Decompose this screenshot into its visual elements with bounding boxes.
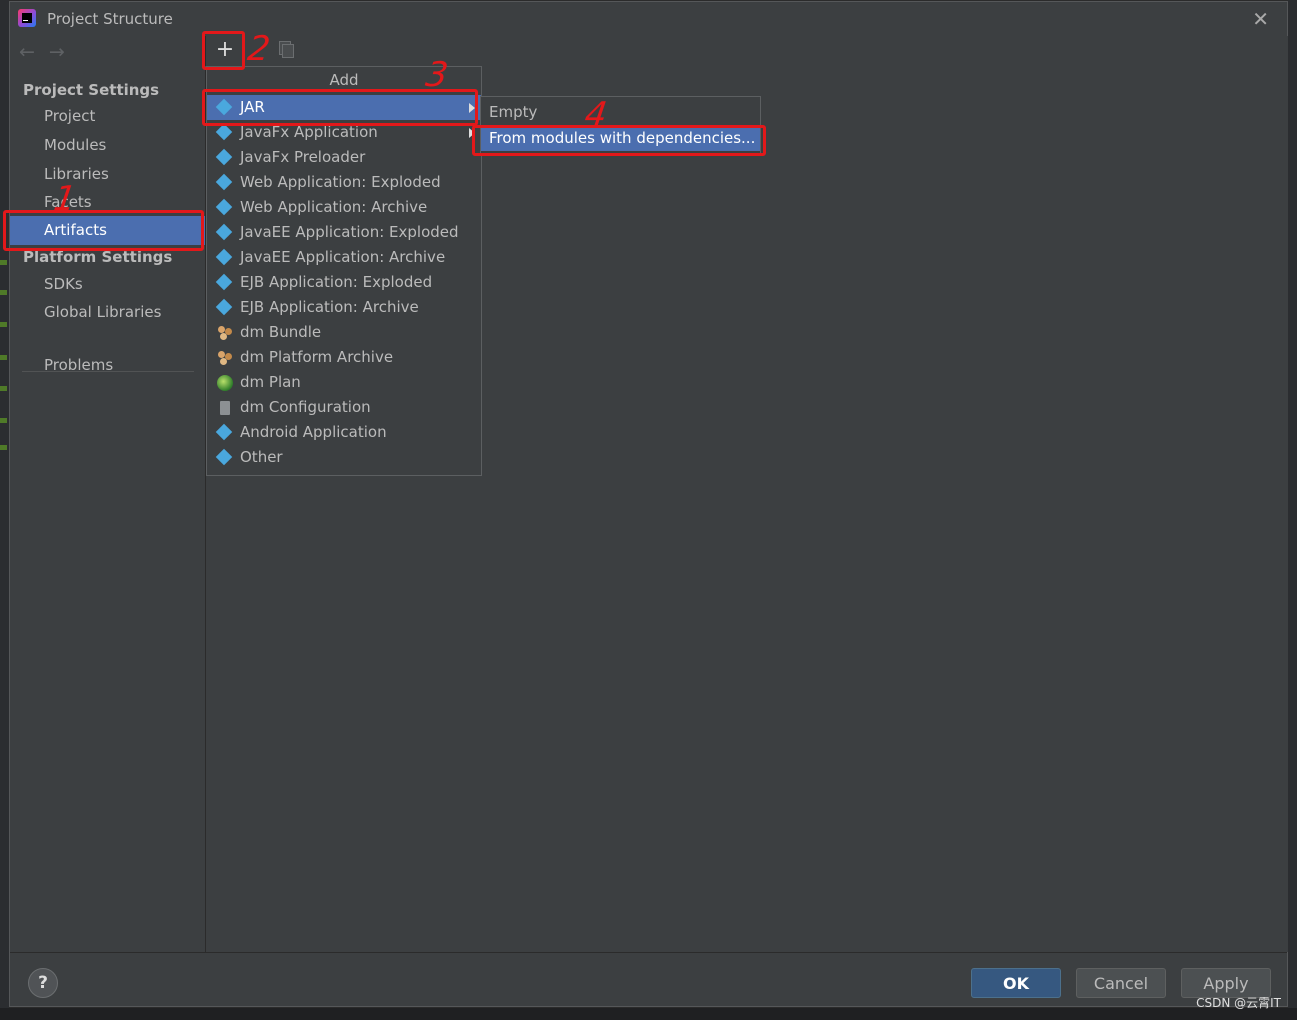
- project-settings-header: Project Settings: [23, 81, 160, 99]
- menu-item-web-application-archive[interactable]: Web Application: Archive: [207, 195, 481, 220]
- menu-item-label: Android Application: [240, 423, 387, 441]
- artifact-details-panel: [424, 36, 1288, 952]
- menu-item-dm-configuration[interactable]: dm Configuration: [207, 395, 481, 420]
- ejb-archive-icon: [215, 298, 233, 316]
- menu-item-label: JavaEE Application: Archive: [240, 248, 446, 266]
- sidebar-item-modules[interactable]: Modules: [44, 136, 106, 154]
- ok-button[interactable]: OK: [971, 968, 1061, 998]
- web-archive-icon: [215, 198, 233, 216]
- background-editor-bottom: [0, 1008, 1297, 1020]
- add-popup-menu: Add JAR JavaFx Application JavaFx Preloade…: [206, 66, 482, 476]
- back-arrow-icon[interactable]: ←: [19, 41, 35, 63]
- javafx-icon: [215, 148, 233, 166]
- menu-item-ejb-application-archive[interactable]: EJB Application: Archive: [207, 295, 481, 320]
- background-editor-left: [0, 0, 9, 1020]
- background-gutter-marks: [0, 260, 8, 450]
- menu-item-label: JavaFx Preloader: [240, 148, 366, 166]
- annotation-box-artifacts: [3, 210, 204, 251]
- intellij-logo-icon: [18, 9, 36, 27]
- sidebar-item-project[interactable]: Project: [44, 107, 95, 125]
- footer-divider: [10, 952, 1287, 953]
- cancel-button[interactable]: Cancel: [1076, 968, 1166, 998]
- submenu-item-empty[interactable]: Empty: [481, 100, 760, 125]
- nav-history: ← →: [19, 41, 79, 63]
- menu-item-web-application-exploded[interactable]: Web Application: Exploded: [207, 170, 481, 195]
- web-exploded-icon: [215, 173, 233, 191]
- javaee-exploded-icon: [215, 223, 233, 241]
- annotation-box-add: [202, 31, 245, 70]
- other-icon: [215, 448, 233, 466]
- dm-bundle-icon: [217, 325, 233, 341]
- menu-item-dm-plan[interactable]: dm Plan: [207, 370, 481, 395]
- menu-item-ejb-application-exploded[interactable]: EJB Application: Exploded: [207, 270, 481, 295]
- watermark: CSDN @云霄IT: [1196, 996, 1281, 1010]
- title-bar: Project Structure ✕: [10, 2, 1287, 36]
- copy-icon[interactable]: [279, 41, 294, 58]
- menu-item-label: EJB Application: Archive: [240, 298, 419, 316]
- menu-item-label: dm Plan: [240, 373, 301, 391]
- menu-item-label: Other: [240, 448, 283, 466]
- menu-item-label: Web Application: Exploded: [240, 173, 441, 191]
- menu-item-label: dm Platform Archive: [240, 348, 394, 366]
- menu-item-label: Web Application: Archive: [240, 198, 428, 216]
- menu-item-label: JavaEE Application: Exploded: [240, 223, 459, 241]
- help-button[interactable]: ?: [28, 968, 58, 998]
- menu-item-javafx-preloader[interactable]: JavaFx Preloader: [207, 145, 481, 170]
- dm-config-icon: [217, 400, 233, 416]
- forward-arrow-icon[interactable]: →: [49, 41, 65, 63]
- android-icon: [215, 423, 233, 441]
- menu-item-other[interactable]: Other: [207, 445, 481, 470]
- sidebar-item-problems[interactable]: Problems: [44, 356, 113, 374]
- menu-item-dm-bundle[interactable]: dm Bundle: [207, 320, 481, 345]
- menu-item-dm-platform-archive[interactable]: dm Platform Archive: [207, 345, 481, 370]
- menu-item-javaee-application-exploded[interactable]: JavaEE Application: Exploded: [207, 220, 481, 245]
- sidebar-item-global-libraries[interactable]: Global Libraries: [44, 303, 161, 321]
- dialog-title: Project Structure: [47, 10, 173, 28]
- menu-item-javaee-application-archive[interactable]: JavaEE Application: Archive: [207, 245, 481, 270]
- sidebar-item-sdks[interactable]: SDKs: [44, 275, 83, 293]
- menu-item-android-application[interactable]: Android Application: [207, 420, 481, 445]
- annotation-box-from-modules: [472, 125, 766, 156]
- javafx-icon: [215, 123, 233, 141]
- javaee-archive-icon: [215, 248, 233, 266]
- ejb-exploded-icon: [215, 273, 233, 291]
- menu-item-label: dm Bundle: [240, 323, 322, 341]
- menu-item-label: EJB Application: Exploded: [240, 273, 433, 291]
- menu-item-label: dm Configuration: [240, 398, 371, 416]
- dm-platform-icon: [217, 350, 233, 366]
- dm-plan-icon: [217, 375, 233, 391]
- background-editor-right: [1288, 0, 1297, 1020]
- close-icon[interactable]: ✕: [1252, 7, 1269, 31]
- settings-sidebar: ← → Project Settings Project Modules Libr…: [10, 36, 205, 952]
